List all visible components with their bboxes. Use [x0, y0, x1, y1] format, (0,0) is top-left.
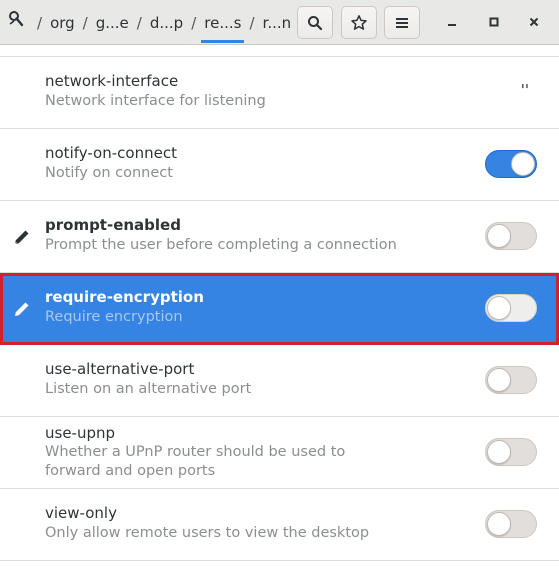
maximize-button[interactable] [482, 10, 506, 34]
key-description: Listen on an alternative port [45, 381, 252, 397]
hamburger-icon [396, 17, 408, 28]
key-name: prompt-enabled [45, 216, 181, 234]
key-description: Network interface for listening [45, 93, 266, 109]
keys-list: network-interface Network interface for … [0, 45, 559, 561]
breadcrumb-item-org[interactable]: org [49, 14, 76, 32]
key-description: Notify on connect [45, 165, 173, 181]
breadcrumb-separator: / [82, 13, 88, 32]
breadcrumb: / org / g...e / d...p / re...s / r...n [30, 0, 292, 45]
key-row-network-interface[interactable]: network-interface Network interface for … [0, 57, 559, 129]
dconf-editor-icon[interactable] [8, 10, 28, 32]
pencil-icon [12, 227, 32, 247]
search-button[interactable] [297, 6, 333, 39]
breadcrumb-separator: / [37, 13, 43, 32]
key-row-notify-on-connect[interactable]: notify-on-connect Notify on connect [0, 129, 559, 201]
switch-knob [487, 296, 511, 320]
breadcrumb-item-gnome[interactable]: g...e [95, 14, 130, 32]
switch-knob [511, 152, 535, 176]
key-name: use-alternative-port [45, 360, 195, 378]
key-description: Prompt the user before completing a conn… [45, 237, 397, 253]
minimize-button[interactable] [440, 10, 464, 34]
key-description-line-1: Whether a UPnP router should be used to [45, 444, 346, 460]
close-button[interactable] [522, 10, 546, 34]
key-row-use-upnp[interactable]: use-upnp Whether a UPnP router should be… [0, 417, 559, 489]
toggle-switch[interactable] [485, 222, 537, 250]
toggle-switch[interactable] [485, 294, 537, 322]
breadcrumb-item-remote-access[interactable]: re...s [201, 14, 245, 43]
key-value: '' [520, 81, 529, 99]
switch-knob [487, 512, 511, 536]
pencil-icon [12, 299, 32, 319]
toggle-switch[interactable] [485, 150, 537, 178]
key-name: view-only [45, 504, 117, 522]
breadcrumb-separator: / [136, 13, 142, 32]
minimize-icon [448, 24, 456, 26]
toggle-switch[interactable] [485, 510, 537, 538]
key-row-view-only[interactable]: view-only Only allow remote users to vie… [0, 489, 559, 561]
key-description-line-2: forward and open ports [45, 463, 216, 479]
switch-knob [487, 224, 511, 248]
bookmarks-button[interactable] [341, 6, 377, 39]
search-icon [308, 15, 323, 30]
list-top-edge [0, 45, 559, 57]
breadcrumb-item-desktop[interactable]: d...p [149, 14, 184, 32]
breadcrumb-separator: / [191, 13, 197, 32]
switch-knob [487, 368, 511, 392]
switch-knob [487, 440, 511, 464]
key-row-prompt-enabled[interactable]: prompt-enabled Prompt the user before co… [0, 201, 559, 273]
maximize-icon [489, 17, 499, 27]
header-bar: / org / g...e / d...p / re...s / r...n [0, 0, 559, 45]
key-name: network-interface [45, 72, 179, 90]
breadcrumb-separator: / [249, 13, 255, 32]
key-name: require-encryption [45, 288, 204, 306]
breadcrumb-item-require-encryption[interactable]: r...n [262, 14, 293, 32]
toggle-switch[interactable] [485, 366, 537, 394]
key-description: Require encryption [45, 309, 183, 325]
key-description: Only allow remote users to view the desk… [45, 525, 370, 541]
key-name: notify-on-connect [45, 144, 177, 162]
main-menu-button[interactable] [384, 6, 420, 39]
star-icon [351, 14, 367, 30]
close-icon [529, 17, 539, 27]
key-row-require-encryption[interactable]: require-encryption Require encryption [0, 273, 559, 345]
key-name: use-upnp [45, 424, 116, 442]
toggle-switch[interactable] [485, 438, 537, 466]
key-row-use-alternative-port[interactable]: use-alternative-port Listen on an altern… [0, 345, 559, 417]
